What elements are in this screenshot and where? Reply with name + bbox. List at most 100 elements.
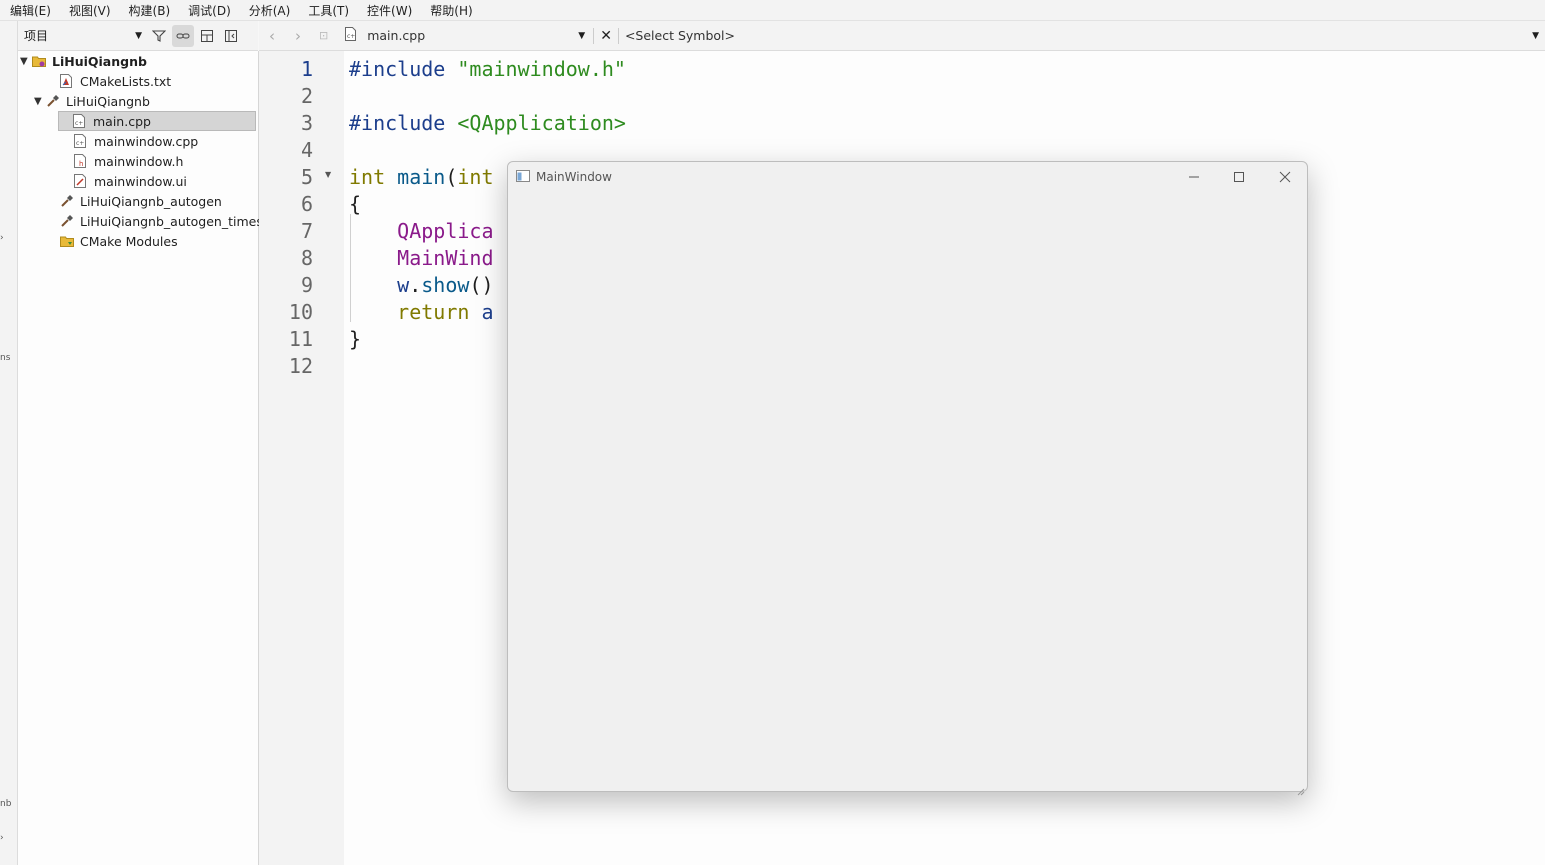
line-number: 2 [300,84,313,108]
tree-item[interactable]: mainwindow.ui [62,171,187,191]
code-token: <QApplication> [457,111,626,135]
code-line: return a [349,300,493,324]
code-token: MainWind [397,246,494,270]
header-file-icon: h [74,154,88,168]
tree-item[interactable]: h mainwindow.h [62,151,183,171]
line-number: 6 [300,192,313,216]
svg-text:c+: c+ [75,120,83,127]
cpp-file-icon: c+ [73,114,87,128]
line-number: 8 [300,246,313,270]
line-number: 10 [288,300,313,324]
build-target-icon [60,214,74,228]
ui-file-icon [74,174,88,188]
fold-marker-icon[interactable]: ▼ [325,170,331,179]
menu-item[interactable]: 分析(A) [239,2,299,19]
code-token: #include [349,111,458,135]
code-token: return [397,300,482,324]
tree-item-label: mainwindow.cpp [94,133,199,149]
tree-item[interactable]: c+ main.cpp [58,111,256,131]
menu-item[interactable]: 调试(D) [178,2,239,19]
code-line: #include <QApplication> [349,111,626,135]
code-token: int [457,165,494,189]
svg-text:c+: c+ [76,140,84,147]
code-token: . [409,273,422,297]
code-line: w.show() [349,273,494,297]
line-number: 3 [300,111,313,135]
tree-item[interactable]: CMakeLists.txt [48,71,171,91]
code-token: int [349,165,398,189]
filter-icon[interactable] [148,25,170,47]
tree-item-label: LiHuiQiangnb_autogen [80,193,222,209]
main-window[interactable]: MainWindow [507,161,1308,796]
line-number: 1 [300,57,313,81]
code-line: int main(int [349,165,494,189]
menu-item[interactable]: 帮助(H) [420,2,480,19]
line-number: 11 [288,327,313,351]
code-token: QApplica [397,219,494,243]
line-number: 7 [300,219,313,243]
link-icon[interactable] [172,24,194,47]
lock-icon[interactable]: ⊡ [319,29,328,42]
menu-item[interactable]: 工具(T) [298,2,357,19]
project-toolbar: 项目 ▼ [18,21,258,51]
chevron-down-icon: ▼ [135,30,142,41]
build-target-icon [60,194,74,208]
close-button[interactable] [1265,166,1305,188]
file-name-label: main.cpp [367,28,426,43]
line-number-gutter: 1 2 3 4 5 6 7 8 9 10 11 12 [259,51,344,865]
tree-item-label: LiHuiQiangnb [52,53,147,69]
code-line: { [349,192,361,216]
line-number: 4 [300,138,313,162]
collapse-arrow-icon[interactable]: › [0,233,4,243]
project-tree: ▼ LiHuiQiangnb CMakeLists.txt ▼ LiHuiQiangnb… [18,51,288,865]
code-token: ( [445,165,458,189]
tree-item[interactable]: ▼ LiHuiQiangnb [34,91,150,111]
menu-item[interactable]: 编辑(E) [0,2,59,19]
resize-grip-icon[interactable] [1297,781,1305,796]
editor-toolbar: ‹ › ⊡ c+ main.cpp ▼ ✕ <Select Symbol> ▼ [259,21,1545,51]
window-title: MainWindow [536,170,612,184]
file-combo[interactable]: main.cpp ▼ [367,28,585,43]
code-token: () [469,273,494,297]
code-token: } [349,327,362,351]
tree-item[interactable]: CMake Modules [48,231,178,251]
chevron-down-icon[interactable]: ▼ [34,96,46,107]
close-file-icon[interactable]: ✕ [593,27,619,44]
code-token: "mainwindow.h" [457,57,626,81]
maximize-button[interactable] [1219,166,1259,188]
tree-item[interactable]: c+ mainwindow.cpp [62,131,198,151]
tree-item[interactable]: LiHuiQiangnb_autogen_timestam [48,211,288,231]
menu-item[interactable]: 控件(W) [357,2,420,19]
minimize-button[interactable] [1174,166,1214,188]
close-sidebar-icon[interactable] [220,25,242,47]
symbol-placeholder: <Select Symbol> [624,28,735,43]
menu-item[interactable]: 构建(B) [119,2,179,19]
app-window-icon [516,169,530,185]
code-line: } [349,327,361,351]
line-number: 12 [288,354,313,378]
tree-item[interactable]: ▼ LiHuiQiangnb [20,51,147,71]
menu-bar: 编辑(E) 视图(V) 构建(B) 调试(D) 分析(A) 工具(T) 控件(W) 帮助(H) [0,0,1545,21]
forward-arrow-icon[interactable]: › [295,27,301,45]
code-line: #include "mainwindow.h" [349,57,626,81]
mode-sidebar: › ns nb › [0,21,18,865]
code-token: main [397,165,446,189]
side-label-top: ns [0,353,11,363]
expand-arrow-icon[interactable]: › [0,833,4,843]
back-arrow-icon[interactable]: ‹ [269,27,275,45]
svg-text:c+: c+ [347,33,355,40]
tree-item[interactable]: LiHuiQiangnb_autogen [48,191,222,211]
file-icon: c+ [344,27,357,44]
project-view-combo[interactable]: 项目 ▼ [20,26,146,46]
project-folder-icon [32,54,46,68]
folder-icon [60,234,74,248]
code-line: QApplica [349,219,494,243]
split-icon[interactable] [196,25,218,47]
chevron-down-icon[interactable]: ▼ [20,56,32,67]
tree-item-label: mainwindow.h [94,153,184,169]
build-target-icon [46,94,60,108]
symbol-combo[interactable]: <Select Symbol> ▼ [625,28,1539,43]
menu-item[interactable]: 视图(V) [59,2,119,19]
